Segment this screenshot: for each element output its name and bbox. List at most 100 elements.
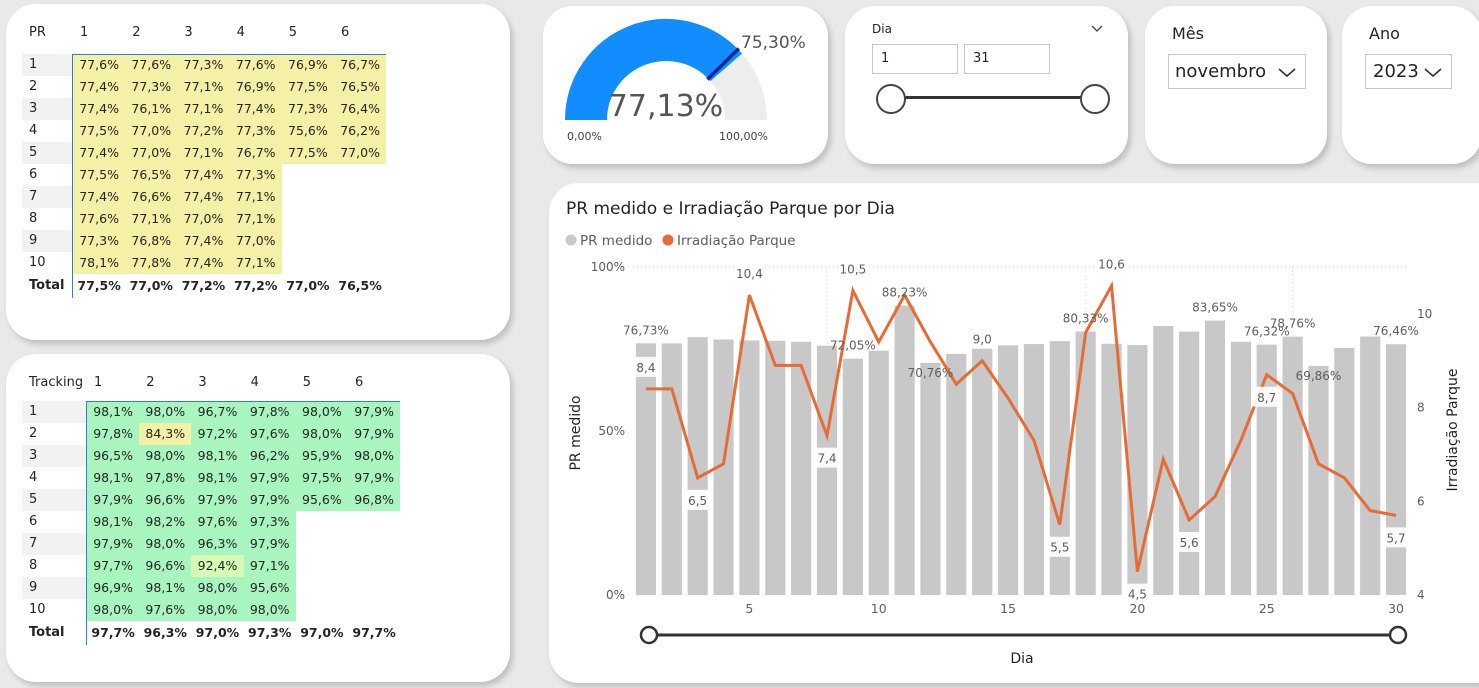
pr-bar[interactable] (1308, 365, 1329, 595)
matrix-cell[interactable]: 97,9% (348, 423, 401, 445)
matrix-cell[interactable] (296, 533, 348, 555)
legend-label-irradiation[interactable]: Irradiação Parque (677, 233, 796, 249)
matrix-cell[interactable]: 95,9% (295, 445, 348, 467)
matrix-cell[interactable] (348, 599, 400, 621)
matrix-cell[interactable]: 97,2% (191, 423, 244, 445)
matrix-cell[interactable] (334, 186, 386, 208)
matrix-cell[interactable]: 77,3% (125, 76, 178, 98)
matrix-cell[interactable]: 98,0% (295, 423, 348, 445)
matrix-cell[interactable]: 98,1% (87, 511, 140, 533)
pr-bar[interactable] (946, 353, 967, 595)
matrix-row-header[interactable]: 5 (29, 142, 37, 164)
pr-bar[interactable] (791, 341, 812, 595)
matrix-cell[interactable]: 97,9% (191, 489, 244, 511)
matrix-cell[interactable] (348, 555, 400, 577)
matrix-cell[interactable]: 77,0% (125, 120, 178, 142)
matrix-cell[interactable] (282, 164, 334, 186)
legend-label-pr[interactable]: PR medido (580, 233, 652, 249)
matrix-cell[interactable]: 77,1% (229, 252, 282, 274)
matrix-column-header[interactable]: 2 (146, 372, 154, 394)
pr-bar[interactable] (816, 345, 838, 595)
pr-bar[interactable] (972, 347, 993, 595)
pr-bar[interactable] (1385, 344, 1407, 595)
matrix-cell[interactable]: 97,6% (191, 511, 244, 533)
matrix-cell[interactable]: 97,9% (348, 401, 401, 423)
matrix-cell[interactable]: 77,0% (177, 208, 230, 230)
matrix-cell[interactable] (296, 511, 348, 533)
matrix-cell[interactable]: 77,1% (229, 208, 282, 230)
matrix-cell[interactable]: 76,1% (125, 98, 178, 120)
mes-dropdown[interactable]: novembro (1168, 54, 1306, 89)
matrix-cell[interactable]: 98,1% (139, 577, 192, 599)
matrix-cell[interactable]: 96,8% (348, 489, 401, 511)
matrix-cell[interactable]: 77,8% (125, 252, 178, 274)
matrix-cell[interactable]: 98,2% (139, 511, 192, 533)
pr-bar[interactable] (687, 337, 708, 595)
ano-dropdown[interactable]: 2023 (1365, 54, 1452, 89)
matrix-cell[interactable]: 98,1% (87, 401, 140, 423)
matrix-row-header[interactable]: 10 (29, 252, 46, 274)
matrix-row-header[interactable]: 1 (29, 401, 37, 423)
matrix-cell[interactable]: 77,3% (229, 164, 282, 186)
pr-bar[interactable] (894, 305, 915, 595)
matrix-cell[interactable] (348, 533, 400, 555)
matrix-cell[interactable]: 98,0% (348, 445, 401, 467)
matrix-cell[interactable]: 77,1% (229, 186, 282, 208)
matrix-cell[interactable]: 77,1% (177, 76, 230, 98)
matrix-row-header[interactable]: 5 (29, 489, 37, 511)
matrix-column-header[interactable]: 1 (80, 22, 88, 44)
pr-bar[interactable] (1204, 320, 1226, 595)
matrix-row-header[interactable]: 9 (29, 230, 37, 252)
matrix-column-header[interactable]: 5 (303, 372, 311, 394)
matrix-column-header[interactable]: 1 (94, 372, 102, 394)
matrix-row-header[interactable]: 6 (29, 511, 37, 533)
matrix-cell[interactable]: 77,5% (73, 164, 126, 186)
matrix-cell[interactable]: 77,0% (229, 230, 282, 252)
matrix-cell[interactable]: 76,2% (334, 120, 387, 142)
matrix-cell[interactable]: 96,9% (87, 577, 140, 599)
pr-bar[interactable] (842, 358, 863, 595)
matrix-cell[interactable] (334, 164, 386, 186)
matrix-cell[interactable]: 76,6% (125, 186, 178, 208)
matrix-cell[interactable]: 77,4% (177, 164, 230, 186)
matrix-column-header[interactable]: 6 (341, 22, 349, 44)
matrix-cell[interactable] (296, 577, 348, 599)
matrix-cell[interactable]: 77,4% (73, 186, 126, 208)
matrix-cell[interactable] (348, 577, 400, 599)
matrix-cell[interactable] (334, 208, 386, 230)
matrix-cell[interactable]: 98,1% (87, 467, 140, 489)
matrix-cell[interactable]: 77,4% (177, 252, 230, 274)
x-range-slider-start-handle[interactable] (639, 625, 659, 645)
pr-bar[interactable] (920, 362, 941, 595)
matrix-row-header[interactable]: 7 (29, 186, 37, 208)
matrix-cell[interactable] (282, 186, 334, 208)
matrix-cell[interactable]: 97,6% (139, 599, 192, 621)
matrix-cell[interactable]: 77,4% (73, 142, 126, 164)
pr-bar[interactable] (868, 350, 889, 595)
matrix-cell[interactable]: 77,0% (125, 142, 178, 164)
pr-bar[interactable] (765, 340, 786, 595)
matrix-cell[interactable]: 96,2% (243, 445, 296, 467)
matrix-cell[interactable]: 97,9% (87, 533, 140, 555)
matrix-column-header[interactable]: 3 (184, 22, 192, 44)
matrix-column-header[interactable]: 4 (251, 372, 259, 394)
dia-slider-start-handle[interactable] (876, 84, 906, 114)
matrix-row-header[interactable]: 2 (29, 423, 37, 445)
matrix-cell[interactable] (282, 230, 334, 252)
matrix-cell[interactable] (334, 230, 386, 252)
matrix-cell[interactable]: 77,2% (177, 120, 230, 142)
matrix-cell[interactable]: 77,4% (177, 186, 230, 208)
matrix-cell[interactable] (296, 599, 348, 621)
matrix-cell[interactable]: 76,4% (334, 98, 387, 120)
matrix-cell[interactable]: 98,0% (191, 599, 244, 621)
matrix-column-header[interactable]: 6 (355, 372, 363, 394)
matrix-cell[interactable]: 97,1% (243, 555, 296, 577)
matrix-cell[interactable] (334, 252, 386, 274)
pr-bar[interactable] (1334, 348, 1355, 595)
matrix-cell[interactable]: 98,0% (243, 599, 296, 621)
matrix-cell[interactable]: 98,1% (191, 445, 244, 467)
matrix-cell[interactable] (282, 252, 334, 274)
pr-bar[interactable] (1101, 343, 1122, 595)
matrix-cell[interactable]: 95,6% (295, 489, 348, 511)
pr-bar[interactable] (1256, 344, 1277, 595)
